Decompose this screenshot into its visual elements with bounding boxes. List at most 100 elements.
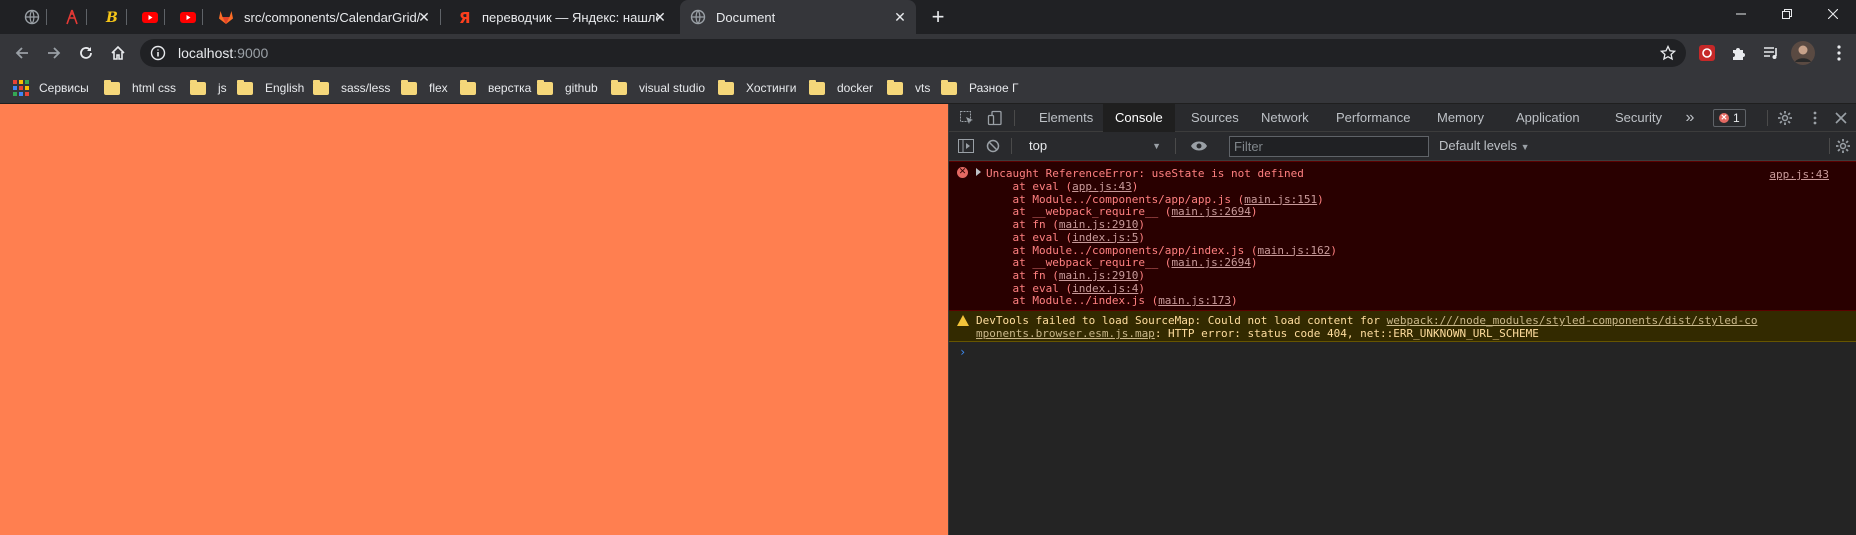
warning-line-1: DevTools failed to load SourceMap: Could… <box>976 314 1758 327</box>
tab-elements[interactable]: Elements <box>1027 104 1105 132</box>
youtube-icon <box>142 9 158 25</box>
console-settings-gear-icon[interactable] <box>1834 137 1852 155</box>
back-button[interactable] <box>8 39 36 67</box>
stack-frame-link[interactable]: main.js:173 <box>1158 294 1231 307</box>
tab-yandex[interactable]: Я переводчик — Яндекс: нашлось ✕ <box>446 0 676 34</box>
live-expression-eye-icon[interactable] <box>1190 137 1208 155</box>
minimize-button[interactable] <box>1718 0 1764 30</box>
bookmark-folder[interactable]: верстка <box>460 72 531 104</box>
extension-red-icon[interactable] <box>1697 43 1717 63</box>
tab-2[interactable] <box>54 0 86 34</box>
console-output: ✕ Uncaught ReferenceError: useState is n… <box>949 161 1856 535</box>
context-selector[interactable]: top ▼ <box>1025 136 1165 156</box>
info-icon[interactable] <box>150 45 166 61</box>
log-levels-dropdown[interactable]: Default levels ▼ <box>1439 136 1530 156</box>
stack-frame-link[interactable]: main.js:2694 <box>1171 205 1250 218</box>
more-tabs-chevron-icon[interactable]: » <box>1681 109 1699 127</box>
devtools-menu-icon[interactable] <box>1806 109 1824 127</box>
sourcemap-link[interactable]: webpack:///node_modules/styled-component… <box>1387 314 1758 327</box>
stack-frame: at eval (app.js:43) <box>986 180 1139 193</box>
close-window-button[interactable] <box>1810 0 1856 30</box>
error-source-link[interactable]: app.js:43 <box>1769 168 1829 181</box>
tab-3[interactable]: B <box>94 0 126 34</box>
error-count: 1 <box>1733 111 1740 125</box>
folder-icon <box>809 79 825 95</box>
close-tab-icon[interactable]: ✕ <box>416 9 432 25</box>
new-tab-button[interactable]: + <box>924 5 952 29</box>
tab-network[interactable]: Network <box>1249 104 1321 132</box>
home-button[interactable] <box>104 39 132 67</box>
stack-frame-link[interactable]: index.js:4 <box>1072 282 1138 295</box>
bookmark-folder[interactable]: js <box>190 72 227 104</box>
bookmark-folder[interactable]: github <box>537 72 598 104</box>
tab-memory[interactable]: Memory <box>1425 104 1496 132</box>
folder-icon <box>401 79 417 95</box>
folder-icon <box>104 79 120 95</box>
extensions-puzzle-icon[interactable] <box>1729 43 1749 63</box>
bookmark-folder[interactable]: html css <box>104 72 176 104</box>
bookmark-folder[interactable]: vts <box>887 72 930 104</box>
tab-5[interactable] <box>170 0 202 34</box>
bookmarks-bar: Сервисы html css js English sass/less fl… <box>0 72 1856 104</box>
clear-console-icon[interactable] <box>984 137 1002 155</box>
tab-gitlab[interactable]: src/components/CalendarGrid/index.js ✕ <box>208 0 440 34</box>
bookmark-star-icon[interactable] <box>1660 45 1676 61</box>
close-devtools-icon[interactable] <box>1832 109 1850 127</box>
expand-triangle-icon[interactable] <box>976 168 981 176</box>
bookmark-folder[interactable]: flex <box>401 72 448 104</box>
folder-icon <box>313 79 329 95</box>
close-tab-icon[interactable]: ✕ <box>652 9 668 25</box>
menu-kebab-icon[interactable] <box>1829 43 1849 63</box>
stack-frame-link[interactable]: main.js:162 <box>1258 244 1331 257</box>
error-count-badge[interactable]: ✕ 1 <box>1713 109 1746 127</box>
url-text: localhost:9000 <box>178 45 269 61</box>
stack-frame: at eval (index.js:4) <box>986 281 1145 295</box>
tab-document[interactable]: Document ✕ <box>680 0 916 34</box>
tab-console[interactable]: Console <box>1103 104 1175 132</box>
bookmark-folder[interactable]: sass/less <box>313 72 390 104</box>
stack-frame-link[interactable]: main.js:2694 <box>1171 256 1250 269</box>
filter-input[interactable] <box>1229 136 1429 157</box>
tab-1[interactable] <box>14 0 46 34</box>
bookmark-folder[interactable]: visual studio <box>611 72 705 104</box>
reload-button[interactable] <box>72 39 100 67</box>
bookmark-label: docker <box>837 81 874 95</box>
device-toolbar-icon[interactable] <box>986 109 1004 127</box>
tab-4[interactable] <box>132 0 164 34</box>
youtube-icon <box>180 9 196 25</box>
forward-button[interactable] <box>40 39 68 67</box>
bookmark-folder[interactable]: English <box>237 72 304 104</box>
b-logo-icon: B <box>104 9 120 25</box>
folder-icon <box>941 79 957 95</box>
error-circle-icon: ✕ <box>957 167 968 178</box>
stack-frame-link[interactable]: main.js:2910 <box>1059 269 1138 282</box>
stack-frame-link[interactable]: app.js:43 <box>1072 180 1132 193</box>
sidebar-toggle-icon[interactable] <box>957 137 975 155</box>
close-tab-icon[interactable]: ✕ <box>892 9 908 25</box>
bookmark-folder[interactable]: Разное Г <box>941 72 1018 104</box>
tab-sources[interactable]: Sources <box>1179 104 1251 132</box>
stack-frame-link[interactable]: index.js:5 <box>1072 231 1138 244</box>
avatar[interactable] <box>1791 41 1815 65</box>
svg-text:Я: Я <box>459 9 471 25</box>
console-prompt[interactable]: › <box>959 345 966 359</box>
media-playlist-icon[interactable] <box>1761 43 1781 63</box>
sourcemap-link[interactable]: mponents.browser.esm.js.map <box>976 327 1155 340</box>
gitlab-icon <box>218 9 234 25</box>
tab-application[interactable]: Application <box>1504 104 1592 132</box>
restore-button[interactable] <box>1764 0 1810 30</box>
tab-security[interactable]: Security <box>1603 104 1674 132</box>
bookmark-folder[interactable]: Хостинги <box>718 72 796 104</box>
stack-frame: at fn (main.js:2910) <box>986 268 1145 282</box>
inspect-element-icon[interactable] <box>958 109 976 127</box>
globe-icon <box>690 9 706 25</box>
bookmark-label: visual studio <box>639 81 706 95</box>
bookmark-apps[interactable]: Сервисы <box>13 72 89 104</box>
stack-frame: at Module../components/app/index.js (mai… <box>986 243 1338 257</box>
stack-frame-link[interactable]: main.js:2910 <box>1059 218 1138 231</box>
tab-performance[interactable]: Performance <box>1324 104 1422 132</box>
bookmark-folder[interactable]: docker <box>809 72 873 104</box>
stack-frame-link[interactable]: main.js:151 <box>1244 193 1317 206</box>
address-bar[interactable]: localhost:9000 <box>140 39 1686 67</box>
settings-gear-icon[interactable] <box>1776 109 1794 127</box>
